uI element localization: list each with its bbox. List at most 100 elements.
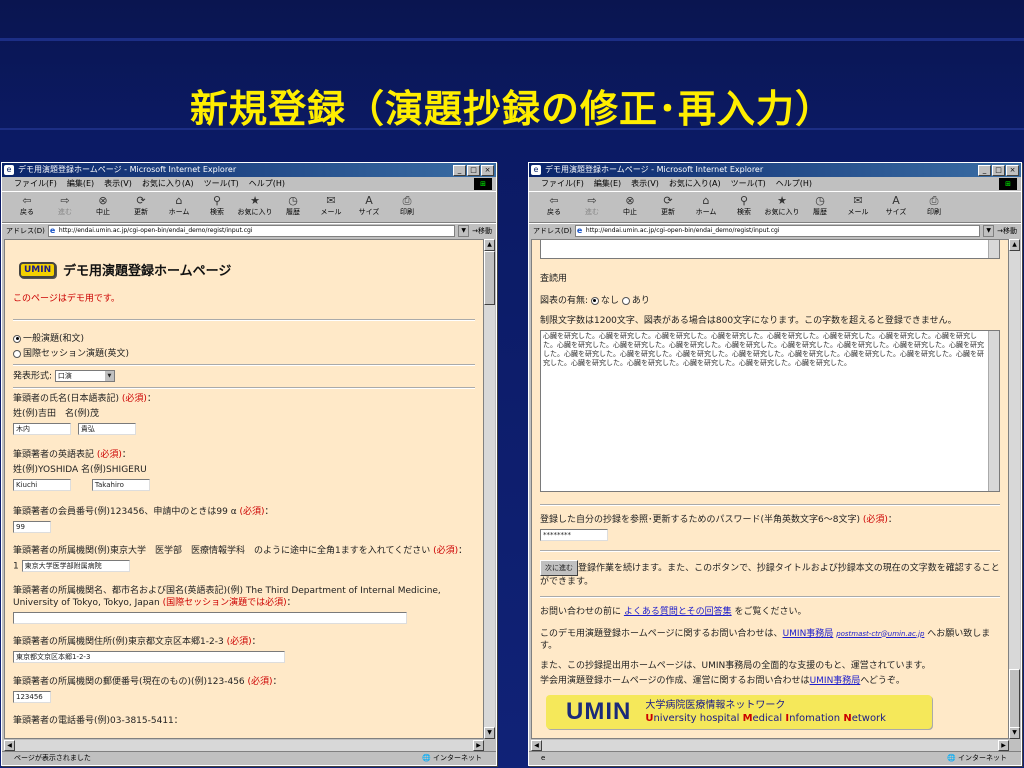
previous-textarea[interactable] [540, 240, 1000, 259]
scroll-down-icon[interactable]: ▼ [484, 727, 495, 739]
mail-button[interactable]: ✉ メール [839, 192, 877, 217]
maximize-button[interactable]: □ [992, 165, 1005, 176]
scroll-left-icon[interactable]: ◀ [4, 740, 15, 751]
member-label: 筆頭著者の会員番号(例)123456、申請中のときは99 α (必須)： [13, 506, 274, 517]
name-jp-first-input[interactable]: 貴弘 [77, 422, 136, 435]
name-en-first-input[interactable]: Takahiro [91, 479, 150, 491]
institution-input[interactable]: 東京大学医学部附属病院 [21, 560, 130, 572]
address-dropdown[interactable]: ▼ [983, 225, 995, 237]
format-select[interactable]: 口演 [54, 370, 115, 382]
menu-view[interactable]: 表示(V) [104, 177, 132, 191]
favorites-button[interactable]: ★ お気に入り [236, 192, 274, 217]
email-link[interactable]: postmast-ctr@umin.ac.jp [836, 630, 924, 638]
institution-en-input[interactable] [13, 611, 407, 624]
address-dropdown[interactable]: ▼ [458, 225, 470, 237]
forward-button[interactable]: ⇨ 進む [573, 192, 611, 217]
stop-button[interactable]: ⊗ 中止 [84, 192, 122, 217]
menu-edit[interactable]: 編集(E) [67, 177, 94, 191]
close-button[interactable]: × [1006, 165, 1019, 176]
size-button[interactable]: A サイズ [877, 192, 915, 217]
vertical-scrollbar[interactable]: ▲ ▼ [1009, 239, 1020, 739]
mail-icon: ✉ [326, 194, 336, 207]
menu-edit[interactable]: 編集(E) [594, 177, 621, 191]
back-button[interactable]: ⇦ 戻る [535, 192, 573, 217]
menu-favorites[interactable]: お気に入り(A) [669, 177, 721, 191]
menu-favorites[interactable]: お気に入り(A) [142, 177, 194, 191]
address-input[interactable]: http://endai.umin.ac.jp/cgi-open-bin/end… [47, 225, 456, 237]
status-text: ページが表示されました [14, 754, 91, 762]
go-button[interactable]: →移動 [997, 224, 1021, 238]
menu-tools[interactable]: ツール(T) [204, 177, 239, 191]
refresh-button[interactable]: ⟳ 更新 [122, 192, 160, 217]
tel-label: 筆頭著者の電話番号(例)03-3815-5411： [13, 716, 183, 726]
password-input[interactable]: ******** [540, 529, 608, 541]
stop-button[interactable]: ⊗ 中止 [611, 192, 649, 217]
print-icon: ⎙ [402, 194, 412, 207]
scroll-left-icon[interactable]: ◀ [531, 740, 542, 751]
size-icon: A [892, 194, 900, 207]
umin-footer-banner[interactable]: UMIN 大学病院医療情報ネットワーク University hospital … [546, 694, 932, 729]
scroll-thumb[interactable] [484, 251, 495, 305]
scroll-down-icon[interactable]: ▼ [1009, 727, 1020, 739]
member-input[interactable]: 99 [13, 520, 51, 533]
search-button[interactable]: ⚲ 検索 [198, 192, 236, 217]
name-en-last-input[interactable]: Kiuchi [13, 479, 71, 491]
refresh-icon: ⟳ [663, 194, 673, 207]
menu-file[interactable]: ファイル(F) [14, 177, 57, 191]
radio-international[interactable]: 国際セッション演題(英文) [13, 348, 475, 360]
favorites-button[interactable]: ★ お気に入り [763, 192, 801, 217]
print-button[interactable]: ⎙ 印刷 [915, 192, 953, 217]
menu-tools[interactable]: ツール(T) [731, 177, 766, 191]
status-bar: ページが表示されました 🌐 インターネット [2, 751, 496, 765]
menu-help[interactable]: ヘルプ(H) [776, 177, 812, 191]
divider [540, 595, 1000, 598]
close-button[interactable]: × [481, 165, 494, 176]
radio-button[interactable] [13, 334, 21, 343]
office-link[interactable]: UMIN事務局 [810, 676, 861, 686]
next-button[interactable]: 次に進む [540, 559, 578, 576]
scroll-up-icon[interactable]: ▲ [484, 239, 495, 251]
textarea-scrollbar[interactable] [988, 240, 999, 258]
scroll-right-icon[interactable]: ▶ [473, 740, 484, 751]
address-input-field[interactable]: 東京都文京区本郷1-2-3 [13, 651, 285, 663]
zip-input[interactable]: 123456 [13, 690, 51, 703]
maximize-button[interactable]: □ [467, 165, 480, 176]
figure-yes-radio[interactable] [621, 296, 630, 305]
name-jp-last-input[interactable]: 木内 [13, 422, 71, 435]
radio-button[interactable] [13, 349, 21, 358]
radio-general[interactable]: 一般演題(和文) [13, 333, 475, 345]
menu-file[interactable]: ファイル(F) [541, 177, 584, 191]
menu-help[interactable]: ヘルプ(H) [249, 177, 285, 191]
go-button[interactable]: →移動 [472, 224, 496, 238]
mail-button[interactable]: ✉ メール [312, 192, 350, 217]
home-button[interactable]: ⌂ ホーム [160, 192, 198, 217]
name-en-example: 姓(例)YOSHIDA 名(例)SHIGERU [13, 465, 147, 475]
minimize-button[interactable]: _ [453, 165, 466, 176]
office-link[interactable]: UMIN事務局 [783, 629, 834, 639]
scroll-right-icon[interactable]: ▶ [998, 740, 1009, 751]
horizontal-scrollbar[interactable]: ◀ ▶ [531, 740, 1009, 751]
abstract-textarea[interactable]: 心臓を研究した。心臓を研究した。心臓を研究した。心臓を研究した。心臓を研究した。… [540, 330, 1000, 492]
vertical-scrollbar[interactable]: ▲ ▼ [484, 239, 495, 739]
minimize-button[interactable]: _ [978, 165, 991, 176]
scroll-thumb[interactable] [1009, 669, 1020, 731]
favorites-icon: ★ [250, 194, 260, 207]
scroll-up-icon[interactable]: ▲ [1009, 239, 1020, 251]
figure-none-radio[interactable] [590, 296, 599, 305]
history-button[interactable]: ◷ 履歴 [801, 192, 839, 217]
print-button[interactable]: ⎙ 印刷 [388, 192, 426, 217]
menu-view[interactable]: 表示(V) [631, 177, 659, 191]
faq-link[interactable]: よくある質問とその回答集 [624, 607, 732, 617]
history-button[interactable]: ◷ 履歴 [274, 192, 312, 217]
address-input[interactable]: http://endai.umin.ac.jp/cgi-open-bin/end… [574, 225, 981, 237]
stop-icon: ⊗ [625, 194, 635, 207]
search-button[interactable]: ⚲ 検索 [725, 192, 763, 217]
refresh-button[interactable]: ⟳ 更新 [649, 192, 687, 217]
horizontal-scrollbar[interactable]: ◀ ▶ [4, 740, 484, 751]
forward-button[interactable]: ⇨ 進む [46, 192, 84, 217]
home-button[interactable]: ⌂ ホーム [687, 192, 725, 217]
size-button[interactable]: A サイズ [350, 192, 388, 217]
review-label: 査読用 [540, 274, 568, 284]
textarea-scrollbar[interactable] [988, 331, 999, 491]
back-button[interactable]: ⇦ 戻る [8, 192, 46, 217]
